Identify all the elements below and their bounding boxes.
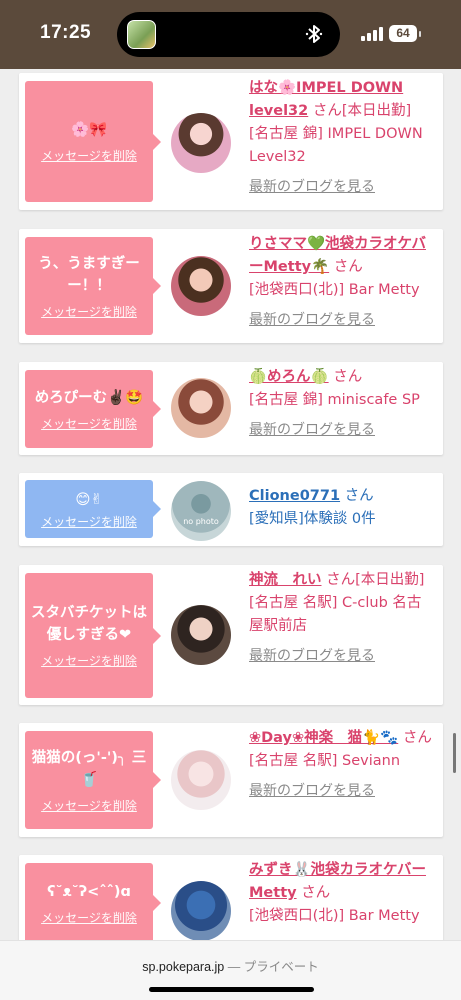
scroll-indicator[interactable] xyxy=(453,733,456,773)
avatar[interactable] xyxy=(171,881,231,941)
honorific: さん xyxy=(326,572,356,588)
shop-location: [名古屋 名駅] Seviann xyxy=(249,753,401,769)
work-status: [本日出勤] xyxy=(341,103,412,119)
latest-blog-link[interactable]: 最新のブログを見る xyxy=(249,419,435,442)
honorific: さん xyxy=(333,369,363,385)
message-text: 😊✌ xyxy=(75,491,103,508)
shop-location: [池袋西口(北)] Bar Metty xyxy=(249,908,420,924)
url-display[interactable]: sp.pokepara.jp — プライベート xyxy=(0,956,461,975)
profile-name-link[interactable]: みずき🐰池袋カラオケバーMetty xyxy=(249,862,426,901)
profile-name-link[interactable]: 🍈めろん🍈 xyxy=(249,369,329,385)
message-bubble: 🌸🎀 メッセージを削除 xyxy=(25,81,161,202)
message-text: 🌸🎀 xyxy=(70,122,108,138)
honorific: さん xyxy=(333,259,363,275)
message-bubble: スタバチケットは優しすぎる❤ メッセージを削除 xyxy=(25,573,161,698)
latest-blog-link[interactable]: 最新のブログを見る xyxy=(249,176,435,199)
honorific: さん xyxy=(312,103,342,119)
status-time: 17:25 xyxy=(40,22,92,43)
url-separator: — xyxy=(227,960,241,974)
profile-name-link[interactable]: ❀Day❀神楽 猫🐈🐾 xyxy=(249,730,398,746)
honorific: さん xyxy=(301,885,331,901)
profile-info: Clione0771 さん [愛知県]体験談 0件 xyxy=(249,485,435,531)
message-bubble: ʕ˘ᴥ˘ʔ<ˆˆ)ɑ メッセージを削除 xyxy=(25,863,161,943)
status-bar: 17:25 64 xyxy=(0,0,461,69)
profile-info: みずき🐰池袋カラオケバーMetty さん [池袋西口(北)] Bar Metty xyxy=(249,859,435,928)
message-bubble: 猫猫の(っ'-')╮ 三 🥤 メッセージを削除 xyxy=(25,731,161,829)
battery-icon: 64 xyxy=(389,25,421,42)
message-bubble: う、うますぎーー！！ メッセージを削除 xyxy=(25,237,161,335)
message-card: 猫猫の(っ'-')╮ 三 🥤 メッセージを削除 ❀Day❀神楽 猫🐈🐾 さん [… xyxy=(19,723,443,837)
message-text: めろぴーむ✌🏿🤩 xyxy=(34,389,144,406)
honorific: さん xyxy=(344,488,374,504)
profile-name-link[interactable]: 神流 れい xyxy=(249,572,322,588)
message-card: 😊✌ メッセージを削除 no photo Clione0771 さん [愛知県]… xyxy=(19,473,443,546)
avatar[interactable] xyxy=(171,750,231,810)
url-domain: sp.pokepara.jp xyxy=(142,960,225,974)
shop-location: [名古屋 錦] IMPEL DOWN Level32 xyxy=(249,126,423,165)
message-card: 🌸🎀 メッセージを削除 はな🌸IMPEL DOWN level32 さん[本日出… xyxy=(19,73,443,210)
honorific: さん xyxy=(402,730,432,746)
private-mode-label: プライベート xyxy=(243,960,319,974)
home-indicator[interactable] xyxy=(149,987,314,992)
avatar[interactable] xyxy=(171,256,231,316)
message-bubble: 😊✌ メッセージを削除 xyxy=(25,480,161,538)
message-text: スタバチケットは優しすぎる❤ xyxy=(31,605,147,643)
browser-url-bar[interactable]: sp.pokepara.jp — プライベート xyxy=(0,940,461,1000)
shop-location: [名古屋 名駅] C-club 名古屋駅前店 xyxy=(249,595,422,634)
delete-message-link[interactable]: メッセージを削除 xyxy=(41,797,137,814)
delete-message-link[interactable]: メッセージを削除 xyxy=(41,513,137,530)
work-status: [本日出勤] xyxy=(355,572,425,588)
signal-icon xyxy=(361,27,383,41)
latest-blog-link[interactable]: 最新のブログを見る xyxy=(249,645,435,668)
avatar[interactable] xyxy=(171,113,231,173)
profile-info: りさママ💚池袋カラオケバーMetty🌴 さん [池袋西口(北)] Bar Met… xyxy=(249,233,435,332)
avatar[interactable] xyxy=(171,605,231,665)
shop-location: [池袋西口(北)] Bar Metty xyxy=(249,282,420,298)
bluetooth-icon xyxy=(305,25,323,43)
delete-message-link[interactable]: メッセージを削除 xyxy=(41,303,137,320)
message-card: スタバチケットは優しすぎる❤ メッセージを削除 神流 れい さん[本日出勤] [… xyxy=(19,565,443,705)
message-card: めろぴーむ✌🏿🤩 メッセージを削除 🍈めろん🍈 さん [名古屋 錦] minis… xyxy=(19,362,443,455)
message-bubble: めろぴーむ✌🏿🤩 メッセージを削除 xyxy=(25,370,161,448)
app-icon[interactable] xyxy=(127,20,156,49)
profile-info: ❀Day❀神楽 猫🐈🐾 さん [名古屋 名駅] Seviann 最新のブログを見… xyxy=(249,727,435,803)
shop-location: [愛知県]体験談 0件 xyxy=(249,511,376,527)
profile-info: 🍈めろん🍈 さん [名古屋 錦] miniscafe SP 最新のブログを見る xyxy=(249,366,435,442)
dynamic-island[interactable] xyxy=(117,12,340,57)
delete-message-link[interactable]: メッセージを削除 xyxy=(41,147,137,164)
latest-blog-link[interactable]: 最新のブログを見る xyxy=(249,309,435,332)
avatar[interactable] xyxy=(171,378,231,438)
profile-info: はな🌸IMPEL DOWN level32 さん[本日出勤] [名古屋 錦] I… xyxy=(249,77,435,199)
delete-message-link[interactable]: メッセージを削除 xyxy=(41,909,137,926)
delete-message-link[interactable]: メッセージを削除 xyxy=(41,652,137,669)
message-text: う、うますぎーー！！ xyxy=(38,255,140,294)
delete-message-link[interactable]: メッセージを削除 xyxy=(41,415,137,432)
latest-blog-link[interactable]: 最新のブログを見る xyxy=(249,780,435,803)
profile-info: 神流 れい さん[本日出勤] [名古屋 名駅] C-club 名古屋駅前店 最新… xyxy=(249,569,435,668)
message-text: 猫猫の(っ'-')╮ 三 🥤 xyxy=(31,749,147,788)
message-card: う、うますぎーー！！ メッセージを削除 りさママ💚池袋カラオケバーMetty🌴 … xyxy=(19,229,443,343)
avatar[interactable]: no photo xyxy=(171,481,231,541)
no-photo-label: no photo xyxy=(183,517,219,526)
shop-location: [名古屋 錦] miniscafe SP xyxy=(249,392,420,408)
profile-name-link[interactable]: Clione0771 xyxy=(249,488,340,504)
message-text: ʕ˘ᴥ˘ʔ<ˆˆ)ɑ xyxy=(47,883,131,900)
